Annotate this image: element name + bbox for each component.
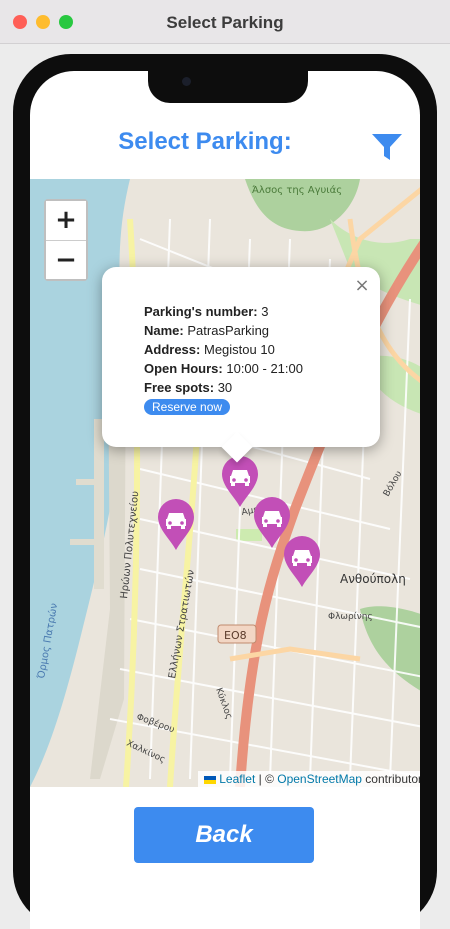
popup-row-number: Parking's number: 3	[144, 302, 368, 321]
page-title: Select Parking:	[118, 128, 292, 155]
map-attribution: Leaflet | © OpenStreetMap contributors	[198, 771, 420, 787]
popup-row-spots: Free spots: 30	[144, 378, 368, 397]
popup-row-name: Name: PatrasParking	[144, 321, 368, 340]
zoom-control: + −	[44, 199, 88, 281]
phone-frame: Select Parking: Άλσος της Αγυιάς Ανθούπο…	[13, 54, 437, 929]
parking-info-popup: × Parking's number: 3 Name: PatrasParkin…	[102, 267, 380, 463]
zoom-in-button[interactable]: +	[46, 201, 86, 240]
parking-spots-value: 30	[217, 380, 233, 395]
parking-spots-label: Free spots:	[144, 380, 215, 395]
parking-number-label: Parking's number:	[144, 304, 258, 319]
car-marker-icon	[284, 536, 320, 587]
popup-content: Parking's number: 3 Name: PatrasParking …	[144, 302, 368, 416]
parking-name-label: Name:	[144, 323, 184, 338]
map-label-forest: Άλσος της Αγυιάς	[252, 184, 342, 196]
zoom-out-button[interactable]: −	[46, 240, 86, 279]
leaflet-link[interactable]: Leaflet	[219, 772, 255, 786]
parking-address-value: Megistou 10	[203, 342, 275, 357]
openstreetmap-link[interactable]: OpenStreetMap	[277, 772, 362, 786]
map-label-area: Ανθούπολη	[340, 572, 406, 586]
phone-notch	[148, 71, 308, 103]
attribution-separator: | ©	[255, 772, 278, 786]
popup-close-button[interactable]: ×	[350, 273, 374, 297]
window-title: Select Parking	[166, 13, 284, 32]
map-label-street-6: Φοβέρου	[135, 711, 176, 735]
phone-screen: Select Parking: Άλσος της Αγυιάς Ανθούπο…	[30, 71, 420, 929]
parking-hours-label: Open Hours:	[144, 361, 223, 376]
popup-row-address: Address: Megistou 10	[144, 340, 368, 359]
map-label-road-code: ΕΟ8	[224, 629, 247, 642]
parking-hours-value: 10:00 - 21:00	[226, 361, 303, 376]
ukraine-flag-icon	[204, 775, 217, 784]
map-label-street-5: Κύκλος	[213, 686, 234, 720]
attribution-suffix: contributors	[365, 772, 420, 786]
filter-funnel-icon	[372, 134, 402, 160]
parking-marker-1[interactable]	[156, 497, 196, 551]
reserve-now-button[interactable]: Reserve now	[144, 399, 231, 415]
parking-number-value: 3	[261, 304, 269, 319]
car-marker-icon	[158, 499, 194, 550]
filter-button[interactable]	[370, 130, 404, 164]
camera-icon	[182, 77, 191, 86]
back-button[interactable]: Back	[134, 807, 314, 863]
popup-row-hours: Open Hours: 10:00 - 21:00	[144, 359, 368, 378]
parking-address-label: Address:	[144, 342, 201, 357]
parking-name-value: PatrasParking	[187, 323, 270, 338]
window-titlebar: Select Parking	[0, 0, 450, 44]
parking-marker-4[interactable]	[282, 534, 322, 588]
map-view[interactable]: Άλσος της Αγυιάς Ανθούπολη ΕΟ8 Ηρώων Πολ…	[30, 179, 420, 787]
map-label-street-4: Φλωρίνης	[328, 612, 373, 622]
